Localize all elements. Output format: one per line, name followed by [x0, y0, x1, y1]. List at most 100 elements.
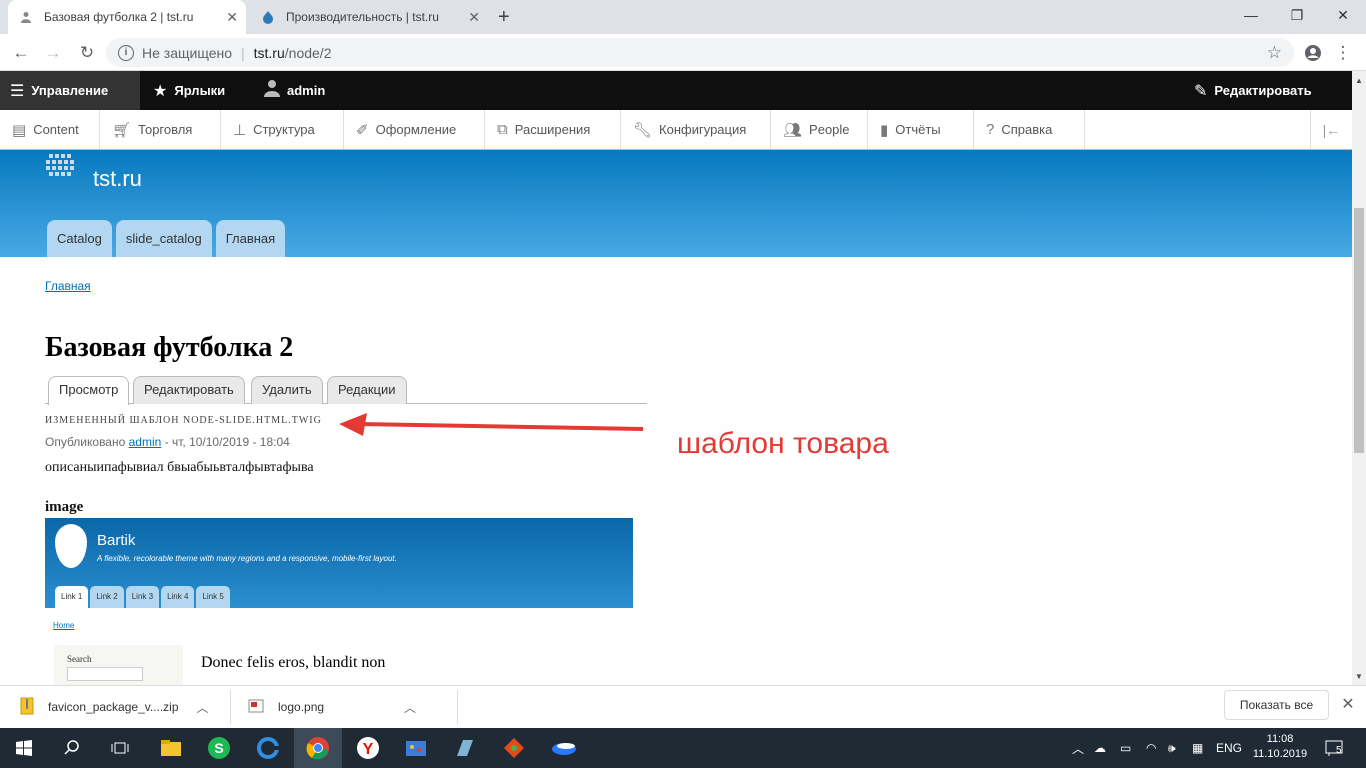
image-file-icon — [248, 699, 264, 716]
minimize-icon[interactable]: — — [1228, 0, 1274, 30]
tab-delete[interactable]: Удалить — [251, 376, 323, 404]
url-host: tst.ru — [253, 44, 285, 61]
menu-item-content[interactable]: ▤ Content — [0, 110, 100, 149]
menu-item-config[interactable]: 🔧︎ Конфигурация — [621, 110, 771, 149]
app-icon[interactable] — [540, 728, 588, 768]
cloud-icon[interactable]: ☁ — [1094, 728, 1106, 768]
toolbar-manage[interactable]: ☰ Управление — [0, 71, 140, 110]
back-icon[interactable]: ← — [10, 42, 32, 64]
close-tab-icon[interactable]: ✕ — [226, 9, 238, 26]
menu-item-extend[interactable]: ⧉ Расширения — [485, 110, 621, 149]
windows-start-icon[interactable] — [0, 728, 48, 768]
tab-edit[interactable]: Редактировать — [133, 376, 245, 404]
skype-icon[interactable]: S — [195, 728, 243, 768]
page-scrollbar[interactable]: ▲ ▼ — [1352, 71, 1366, 685]
chevron-up-tray-icon[interactable]: ︿ — [1072, 728, 1084, 768]
url-path: /node/2 — [284, 44, 332, 61]
forward-icon[interactable]: → — [42, 42, 64, 64]
site-header: tst.ru Catalog slide_catalog Главная — [0, 150, 1352, 257]
menu-item-label: Справка — [1001, 122, 1053, 137]
main-menu-item[interactable]: Главная — [215, 220, 286, 257]
info-icon[interactable]: i — [118, 44, 134, 61]
site-logo[interactable] — [44, 152, 76, 180]
toolbar-edit[interactable]: ✎ Редактировать — [1194, 71, 1312, 110]
scroll-down-icon[interactable]: ▼ — [1352, 669, 1366, 683]
tab-revisions[interactable]: Редакции — [327, 376, 407, 404]
image-tab: Link 3 — [125, 586, 160, 608]
menu-item-appearance[interactable]: ✐ Оформление — [344, 110, 485, 149]
close-tab-icon[interactable]: ✕ — [468, 9, 480, 26]
field-image: Bartik A flexible, recolorable theme wit… — [45, 518, 633, 685]
menu-item-people[interactable]: 👥︎ People — [771, 110, 868, 149]
toolbar-user-label: admin — [287, 83, 326, 98]
git-icon[interactable] — [490, 728, 538, 768]
page-title: Базовая футболка 2 — [45, 332, 294, 363]
admin-menu-tray: ▤ Content 🛒︎ Торговля ⊥ Структура ✐ Офор… — [0, 110, 1352, 150]
content-icon: ▤ — [12, 121, 27, 139]
image-search-input — [67, 667, 143, 681]
task-view-icon[interactable] — [96, 728, 144, 768]
published-info: Опубликовано admin - чт, 10/10/2019 - 18… — [45, 435, 290, 449]
collapse-tray-icon[interactable]: |← — [1310, 110, 1352, 149]
breadcrumb[interactable]: Главная — [45, 279, 91, 293]
main-menu-item[interactable]: slide_catalog — [115, 220, 212, 257]
toolbar-shortcuts-label: Ярлыки — [174, 83, 226, 98]
bookmark-star-icon[interactable]: ☆ — [1267, 43, 1282, 63]
people-icon: 👥︎ — [783, 121, 803, 139]
svg-text:S: S — [214, 740, 223, 756]
toolbar-shortcuts[interactable]: ★ Ярлыки — [153, 71, 225, 110]
menu-item-reports[interactable]: ▮ Отчёты — [868, 110, 974, 149]
toolbar-manage-label: Управление — [31, 83, 109, 98]
language-indicator[interactable]: ENG — [1216, 728, 1242, 768]
menu-item-help[interactable]: ? Справка — [974, 110, 1085, 149]
image-breadcrumb: Home — [53, 621, 75, 630]
tab-view[interactable]: Просмотр — [48, 376, 130, 405]
notepad-icon[interactable] — [440, 728, 488, 768]
close-icon[interactable]: ✕ — [1338, 694, 1358, 714]
clock-time: 11:08 — [1266, 733, 1294, 745]
search-icon[interactable] — [48, 728, 96, 768]
chrome-icon[interactable] — [294, 728, 342, 768]
scroll-thumb[interactable] — [1354, 208, 1364, 453]
toolbar-user[interactable]: admin — [264, 71, 325, 110]
image-tab: Link 4 — [161, 586, 195, 608]
wifi-icon[interactable]: ◠ — [1146, 728, 1156, 768]
menu-item-structure[interactable]: ⊥ Структура — [221, 110, 344, 149]
yandex-icon[interactable]: Y — [344, 728, 392, 768]
edge-icon[interactable] — [244, 728, 292, 768]
keyboard-icon[interactable]: ▦ — [1192, 728, 1203, 768]
scroll-up-icon[interactable]: ▲ — [1352, 73, 1366, 87]
browser-tab-active[interactable]: Базовая футболка 2 | tst.ru ✕ — [8, 0, 246, 34]
chevron-up-icon[interactable]: ︿ — [404, 699, 416, 716]
notifications-icon[interactable]: 5 — [1324, 728, 1343, 768]
chevron-up-icon[interactable]: ︿ — [197, 699, 209, 716]
menu-kebab-icon[interactable]: ⋮ — [1332, 42, 1354, 64]
battery-icon[interactable]: ▭ — [1120, 728, 1131, 768]
file-explorer-icon[interactable] — [147, 728, 195, 768]
site-name[interactable]: tst.ru — [93, 166, 142, 192]
new-tab-icon[interactable]: + — [498, 6, 510, 29]
image-site-title: Bartik — [97, 532, 136, 549]
user-icon — [264, 79, 280, 102]
restore-icon[interactable]: ❐ — [1274, 0, 1320, 30]
download-item[interactable]: logo.png ︿ — [248, 686, 416, 728]
paint-icon[interactable] — [392, 728, 440, 768]
clock-date: 11.10.2019 — [1252, 748, 1308, 760]
author-link[interactable]: admin — [129, 435, 162, 449]
menu-item-label: Структура — [253, 122, 315, 137]
profile-icon[interactable] — [1302, 42, 1324, 64]
download-item[interactable]: favicon_package_v....zip ︿ — [20, 686, 209, 728]
annotation-arrow — [339, 413, 644, 436]
show-all-button[interactable]: Показать все — [1224, 690, 1329, 720]
close-window-icon[interactable]: ✕ — [1320, 0, 1366, 30]
menu-item-label: Расширения — [514, 122, 591, 137]
divider — [457, 690, 458, 724]
reload-icon[interactable]: ↻ — [76, 42, 98, 64]
menu-item-commerce[interactable]: 🛒︎ Торговля — [100, 110, 221, 149]
browser-tab[interactable]: Производительность | tst.ru ✕ — [250, 0, 488, 34]
volume-icon[interactable]: 🕪︎ — [1168, 728, 1176, 768]
clock[interactable]: 11:08 11.10.2019 — [1252, 732, 1308, 762]
menu-item-label: Оформление — [375, 122, 457, 137]
address-input[interactable]: i Не защищено | tst.ru /node/2 ☆ — [106, 38, 1294, 67]
main-menu-item[interactable]: Catalog — [47, 220, 112, 257]
